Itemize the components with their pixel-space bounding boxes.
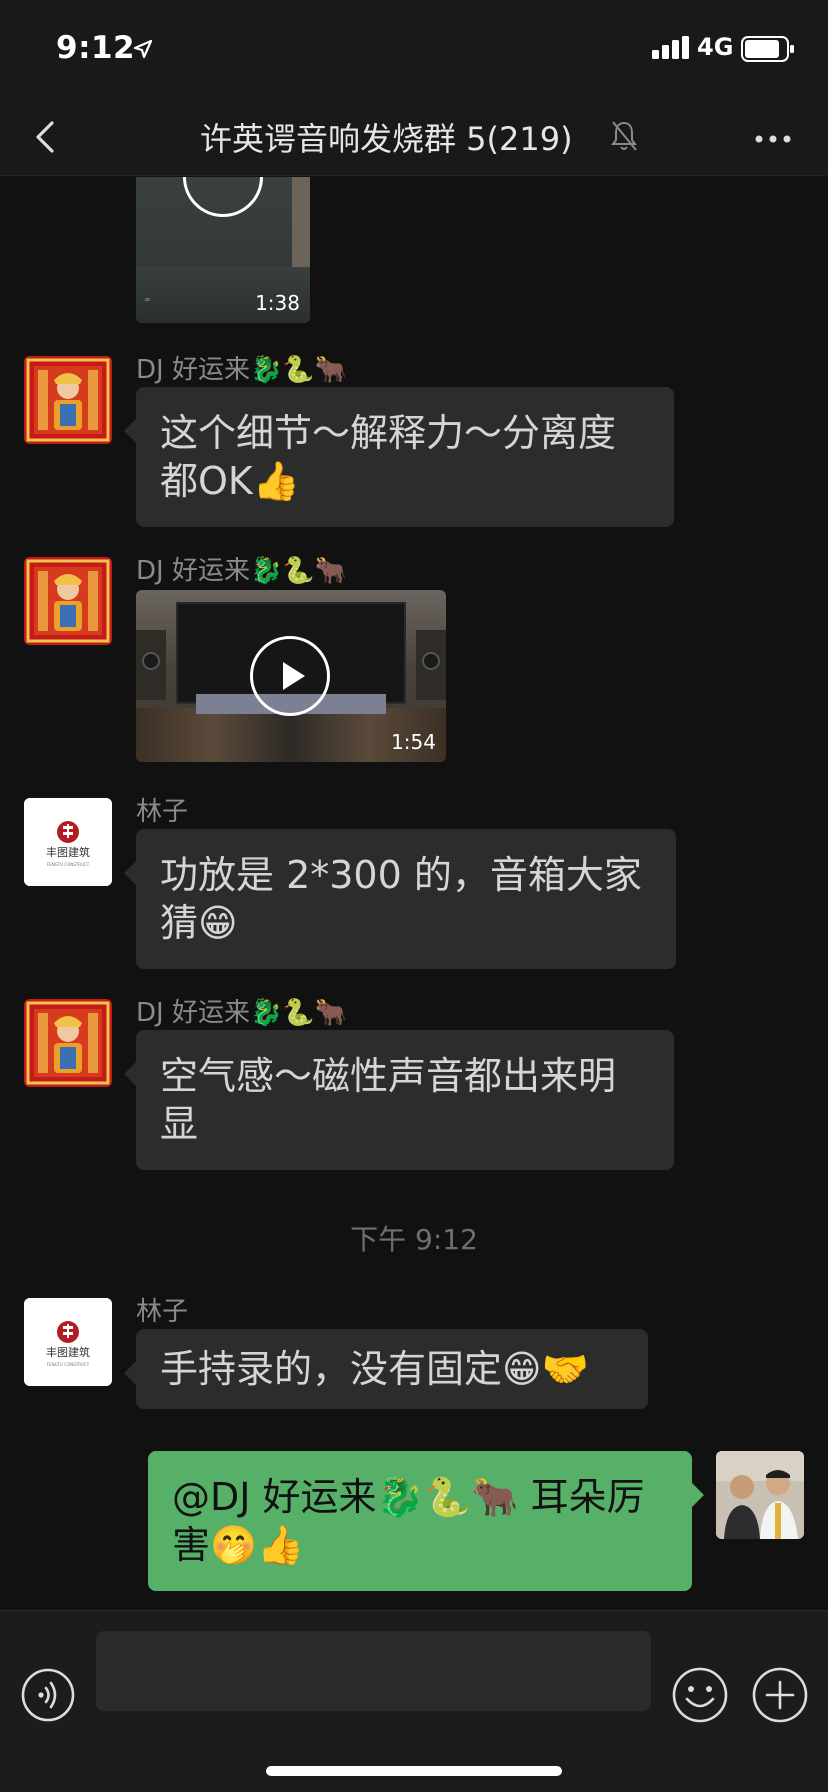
- battery-icon: [741, 36, 794, 62]
- deity-avatar-icon: [24, 356, 112, 444]
- play-icon[interactable]: [183, 177, 263, 217]
- video-message[interactable]: 1:54: [136, 590, 446, 762]
- sender-name: 林子: [136, 1297, 189, 1327]
- video-message[interactable]: ∞ 1:38: [136, 177, 310, 323]
- company-logo-icon: 丰图建筑 FENGTU CONSTRUCT: [24, 798, 112, 886]
- voice-icon[interactable]: [20, 1667, 76, 1723]
- home-indicator[interactable]: [266, 1766, 562, 1776]
- status-bar: 9:12 4G: [0, 0, 828, 100]
- avatar[interactable]: [24, 557, 112, 645]
- chat-messages[interactable]: ∞ 1:38 DJ 好运来🐉🐍🐂 这个细节～解释力～分离度都OK👍 DJ 好运来…: [0, 177, 828, 1610]
- plus-icon[interactable]: [750, 1665, 810, 1725]
- avatar[interactable]: [24, 356, 112, 444]
- message-text: 空气感～磁性声音都出来明显: [160, 1054, 617, 1146]
- message-text: @DJ 好运来🐉🐍🐂 耳朵厉害🤭👍: [172, 1475, 645, 1567]
- logo-subtext: FENGTU CONSTRUCT: [47, 1362, 90, 1367]
- location-arrow-icon: [133, 39, 153, 59]
- emoji-icon[interactable]: [670, 1665, 730, 1725]
- watermark: ∞: [144, 295, 151, 304]
- avatar[interactable]: 丰图建筑 FENGTU CONSTRUCT: [24, 798, 112, 886]
- more-dots-icon[interactable]: [748, 114, 798, 164]
- message-bubble[interactable]: 这个细节～解释力～分离度都OK👍: [124, 387, 674, 527]
- signal-icon: [652, 36, 689, 59]
- message-text: 功放是 2*300 的，音箱大家猜😁: [160, 853, 642, 945]
- logo-text: 丰图建筑: [46, 1345, 90, 1359]
- sender-name: DJ 好运来🐉🐍🐂: [136, 998, 348, 1028]
- message-text: 这个细节～解释力～分离度都OK👍: [160, 411, 617, 503]
- play-icon[interactable]: [250, 636, 330, 716]
- chat-input-bar: [0, 1610, 828, 1792]
- message-timestamp: 下午 9:12: [350, 1223, 478, 1256]
- logo-text: 丰图建筑: [46, 845, 90, 859]
- message-input[interactable]: [96, 1631, 651, 1711]
- video-duration: 1:54: [391, 730, 436, 754]
- avatar[interactable]: 丰图建筑 FENGTU CONSTRUCT: [24, 1298, 112, 1386]
- deity-avatar-icon: [24, 557, 112, 645]
- status-time: 9:12: [56, 30, 136, 66]
- avatar[interactable]: [24, 999, 112, 1087]
- sender-name: DJ 好运来🐉🐍🐂: [136, 556, 348, 586]
- message-bubble[interactable]: 手持录的，没有固定😁🤝: [124, 1329, 648, 1409]
- network-type: 4G: [697, 33, 734, 61]
- bell-muted-icon: [611, 121, 637, 151]
- my-message-bubble[interactable]: @DJ 好运来🐉🐍🐂 耳朵厉害🤭👍: [148, 1451, 704, 1591]
- video-duration: 1:38: [255, 291, 300, 315]
- company-logo-icon: 丰图建筑 FENGTU CONSTRUCT: [24, 1298, 112, 1386]
- logo-subtext: FENGTU CONSTRUCT: [47, 862, 90, 867]
- my-avatar[interactable]: [716, 1451, 804, 1539]
- sender-name: DJ 好运来🐉🐍🐂: [136, 355, 348, 385]
- chat-nav-bar: 许英谔音响发烧群 5(219): [0, 100, 828, 176]
- message-bubble[interactable]: 功放是 2*300 的，音箱大家猜😁: [124, 829, 676, 969]
- photo-avatar-icon: [716, 1451, 804, 1539]
- message-bubble[interactable]: 空气感～磁性声音都出来明显: [124, 1030, 674, 1170]
- deity-avatar-icon: [24, 999, 112, 1087]
- message-text: 手持录的，没有固定😁🤝: [160, 1347, 589, 1391]
- chevron-left-icon[interactable]: [22, 112, 72, 162]
- sender-name: 林子: [136, 797, 189, 827]
- chat-title: 许英谔音响发烧群 5(219): [200, 120, 573, 158]
